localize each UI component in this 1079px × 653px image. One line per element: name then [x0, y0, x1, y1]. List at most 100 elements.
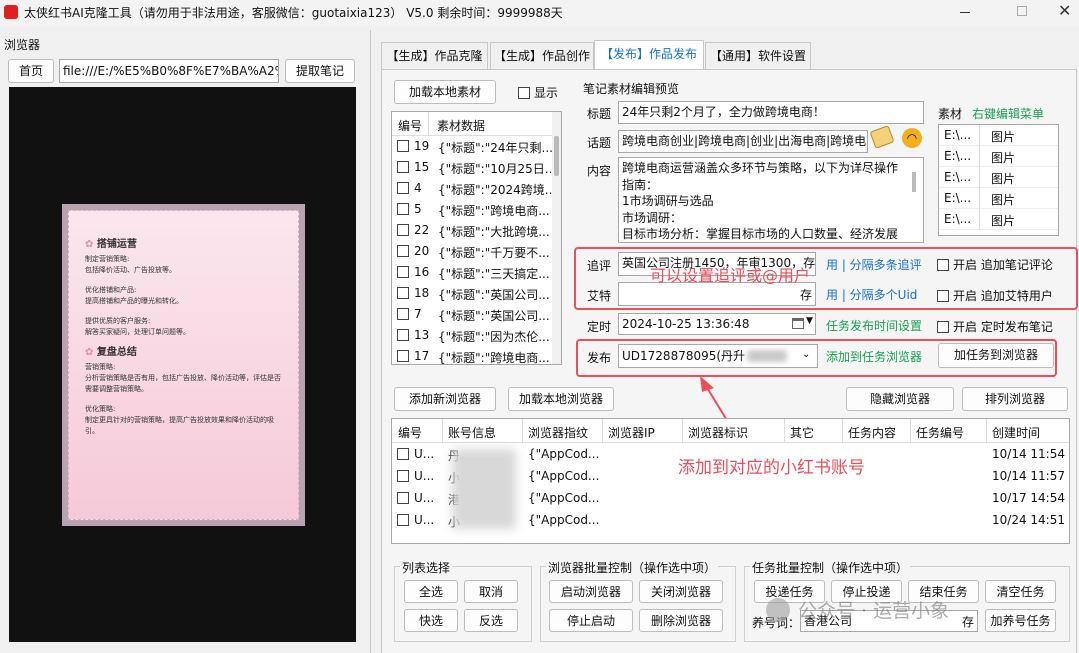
row-checkbox[interactable]: [397, 350, 409, 362]
add-nurture-task-button[interactable]: 加养号任务: [985, 609, 1056, 632]
tab-publish[interactable]: 【发布】作品发布: [594, 40, 704, 70]
column-header[interactable]: 编号: [398, 424, 422, 441]
preview-text: 制定更具针对的营销策略，提高广告投放效果和降价活动的吸引。: [85, 416, 274, 435]
media-row[interactable]: E:\... 图片: [939, 188, 1058, 209]
arrange-browser-button[interactable]: 排列浏览器: [962, 387, 1068, 411]
column-header[interactable]: 账号信息: [448, 424, 496, 441]
emoji-icon[interactable]: ◠: [902, 128, 922, 148]
table-row[interactable]: 18 {"标题":"英国公司...: [392, 283, 552, 304]
start-browser-button[interactable]: 启动浏览器: [549, 580, 633, 603]
delete-browser-button[interactable]: 删除浏览器: [639, 609, 723, 632]
row-num: 20: [414, 244, 430, 258]
row-num: 19: [414, 139, 430, 153]
topic-input[interactable]: 跨境电商创业|跨境电商|创业|出海电商|跨境电商: [618, 130, 868, 153]
tab-settings[interactable]: 【通用】软件设置: [705, 42, 811, 69]
deselect-button[interactable]: 取消: [464, 580, 518, 603]
table-row[interactable]: 19 {"标题":"24年只剩...: [392, 136, 552, 157]
row-checkbox[interactable]: [397, 161, 409, 173]
row-checkbox[interactable]: [397, 308, 409, 320]
row-num: 18: [414, 286, 430, 300]
content-textarea[interactable]: 跨境电商运营涵盖众多环节与策略，以下为详尽操作 指南： 1市场调研与选品 市场调研：目…: [618, 157, 924, 243]
row-checkbox[interactable]: [397, 266, 409, 278]
quick-select-button[interactable]: 快选: [404, 609, 458, 632]
row-fingerprint: {"AppCod...: [528, 513, 600, 527]
media-row[interactable]: E:\... 图片: [939, 167, 1058, 188]
flower-icon: ✿: [85, 347, 97, 358]
keyword-save-button[interactable]: 存: [962, 613, 974, 630]
hide-browser-button[interactable]: 隐藏浏览器: [846, 387, 954, 411]
editor-section-title: 笔记素材编辑预览: [583, 82, 680, 96]
calendar-icon[interactable]: [792, 318, 804, 329]
select-all-button[interactable]: 全选: [404, 580, 458, 603]
row-num: 17: [414, 349, 430, 363]
table-row[interactable]: 22 {"标题":"大批跨境...: [392, 220, 552, 241]
extract-note-button[interactable]: 提取笔记: [285, 59, 355, 83]
home-button[interactable]: 首页: [8, 59, 54, 83]
table-row[interactable]: 4 {"标题":"2024跨境...: [392, 178, 552, 199]
add-new-browser-button[interactable]: 添加新浏览器: [394, 387, 496, 411]
clear-task-button[interactable]: 清空任务: [985, 580, 1056, 603]
row-time: 10/24 14:51: [992, 513, 1065, 527]
chevron-down-icon[interactable]: ▼: [806, 316, 813, 326]
media-context-menu-link[interactable]: 右键编辑菜单: [972, 105, 1044, 122]
schedule-input[interactable]: 2024-10-25 13:36:48: [618, 313, 816, 335]
table-row[interactable]: 15 {"标题":"10月25日...: [392, 157, 552, 178]
title-bar: 太侠红书AI克隆工具（请勿用于非法用途，客服微信：guotaixia123） V…: [0, 0, 1079, 26]
invert-select-button[interactable]: 反选: [464, 609, 518, 632]
row-num: 16: [414, 265, 430, 279]
column-header[interactable]: 其它: [790, 424, 814, 441]
row-checkbox[interactable]: [397, 514, 409, 526]
table-row[interactable]: 16 {"标题":"三天搞定...: [392, 262, 552, 283]
row-checkbox[interactable]: [397, 470, 409, 482]
show-checkbox[interactable]: 显示: [518, 84, 558, 101]
schedule-toggle[interactable]: 开启 定时发布笔记: [937, 318, 1053, 335]
table-row[interactable]: 7 {"标题":"英国公司...: [392, 304, 552, 325]
row-checkbox[interactable]: [397, 140, 409, 152]
title-input[interactable]: 24年只剩2个月了，全力做跨境电商！: [618, 101, 924, 124]
row-checkbox[interactable]: [397, 182, 409, 194]
table-row[interactable]: 5 {"标题":"跨境电商...: [392, 199, 552, 220]
row-fingerprint: {"AppCod...: [528, 491, 600, 505]
close-browser-button[interactable]: 关闭浏览器: [639, 580, 723, 603]
tab-clone[interactable]: 【生成】作品克隆: [381, 42, 488, 69]
table-row[interactable]: 13 {"标题":"因为杰伦...: [392, 325, 552, 346]
column-header[interactable]: 浏览器标识: [688, 424, 748, 441]
media-row[interactable]: E:\... 图片: [939, 209, 1058, 230]
row-checkbox[interactable]: [397, 245, 409, 257]
tab-create[interactable]: 【生成】作品创作: [490, 42, 594, 69]
row-num: 13: [414, 328, 430, 342]
url-input[interactable]: file:///E:/%E5%B0%8F%E7%BA%A2%E: [59, 59, 279, 83]
close-icon[interactable]: ✕: [1058, 1, 1071, 20]
column-header[interactable]: 浏览器指纹: [528, 424, 588, 441]
wechat-icon: [766, 598, 790, 622]
stop-start-button[interactable]: 停止启动: [549, 609, 633, 632]
table-row[interactable]: 17 {"标题":"跨境电商...: [392, 346, 552, 364]
maximize-icon[interactable]: [1017, 6, 1027, 16]
account-blur: [452, 449, 516, 529]
annotation-comment: 可以设置追评或@用户: [650, 266, 811, 285]
media-row[interactable]: E:\... 图片: [939, 125, 1058, 146]
row-time: 10/14 11:57: [992, 469, 1065, 483]
column-header[interactable]: 浏览器IP: [608, 424, 655, 441]
material-scrollbar[interactable]: [552, 112, 561, 364]
column-header[interactable]: 任务内容: [848, 424, 896, 441]
table-row[interactable]: 20 {"标题":"千万要不...: [392, 241, 552, 262]
content-scrollbar[interactable]: [912, 172, 916, 192]
media-row[interactable]: E:\... 图片: [939, 146, 1058, 167]
preview-text: 提供优质的客户服务:: [85, 317, 151, 325]
load-local-browser-button[interactable]: 加载本地浏览器: [508, 387, 614, 411]
row-checkbox[interactable]: [397, 203, 409, 215]
row-data: {"标题":"24年只剩...: [438, 141, 552, 155]
row-checkbox[interactable]: [397, 224, 409, 236]
load-local-material-button[interactable]: 加载本地素材: [394, 80, 496, 104]
row-checkbox[interactable]: [397, 448, 409, 460]
schedule-setting-link[interactable]: 任务发布时间设置: [826, 317, 922, 334]
row-checkbox[interactable]: [397, 287, 409, 299]
row-checkbox[interactable]: [397, 329, 409, 341]
row-num: U...: [414, 447, 435, 461]
column-header[interactable]: 任务编号: [916, 424, 964, 441]
row-checkbox[interactable]: [397, 492, 409, 504]
checkbox-icon: [518, 87, 530, 99]
minimize-icon[interactable]: [960, 12, 970, 13]
column-header[interactable]: 创建时间: [992, 424, 1040, 441]
